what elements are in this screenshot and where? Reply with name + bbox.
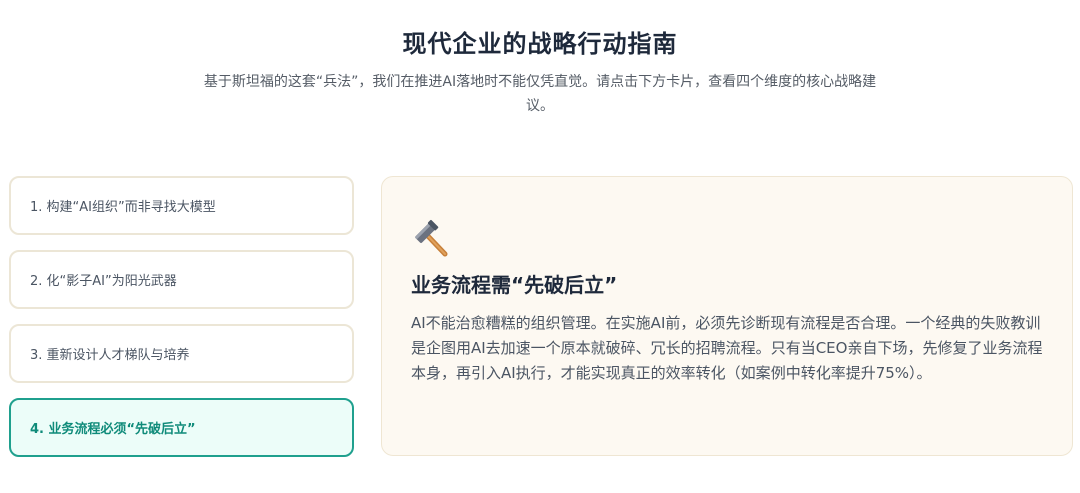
strategy-card-2[interactable]: 2. 化“影子AI”为阳光武器	[9, 250, 354, 309]
hammer-icon	[415, 219, 448, 257]
strategy-card-4[interactable]: 4. 业务流程必须“先破后立”	[9, 398, 354, 457]
page: 现代企业的战略行动指南 基于斯坦福的这套“兵法”，我们在推进AI落地时不能仅凭直…	[0, 0, 1080, 493]
strategy-detail-body: AI不能治愈糟糕的组织管理。在实施AI前，必须先诊断现有流程是否合理。一个经典的…	[411, 314, 1043, 382]
strategy-card-label: 2. 化“影子AI”为阳光武器	[30, 274, 177, 289]
strategy-card-label: 1. 构建“AI组织”而非寻找大模型	[30, 200, 216, 215]
strategy-card-3[interactable]: 3. 重新设计人才梯队与培养	[9, 324, 354, 383]
strategy-detail-panel: 业务流程需“先破后立” AI不能治愈糟糕的组织管理。在实施AI前，必须先诊断现有…	[381, 176, 1073, 456]
page-title: 现代企业的战略行动指南	[402, 30, 678, 58]
strategy-card-list: 1. 构建“AI组织”而非寻找大模型 2. 化“影子AI”为阳光武器 3. 重新…	[9, 176, 354, 472]
page-subtitle: 基于斯坦福的这套“兵法”，我们在推进AI落地时不能仅凭直觉。请点击下方卡片，查看…	[203, 74, 877, 114]
strategy-card-1[interactable]: 1. 构建“AI组织”而非寻找大模型	[9, 176, 354, 235]
strategy-detail-heading: 业务流程需“先破后立”	[411, 273, 618, 297]
strategy-card-label: 3. 重新设计人才梯队与培养	[30, 348, 190, 363]
strategy-card-label: 4. 业务流程必须“先破后立”	[30, 422, 196, 437]
